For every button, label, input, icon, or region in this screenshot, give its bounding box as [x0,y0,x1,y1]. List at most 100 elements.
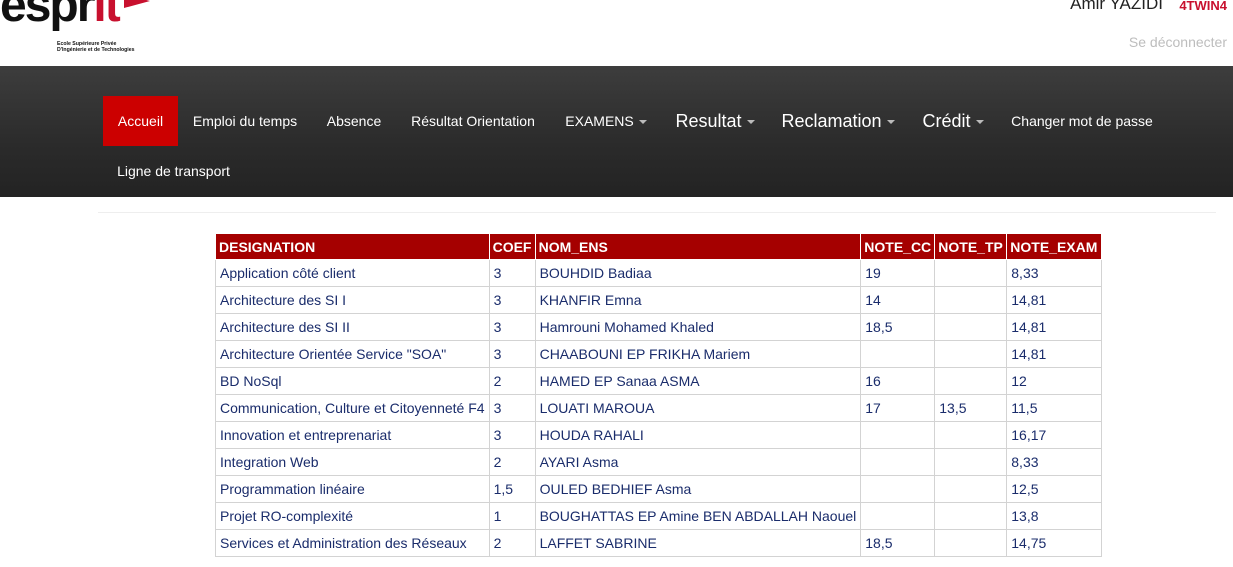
nav-label: Résultat Orientation [411,113,535,129]
table-row: Integration Web 2 AYARI Asma 8,33 [215,448,1103,476]
nav-label: Emploi du temps [192,113,298,129]
table-header-row: DESIGNATION COEF NOM_ENS NOTE_CC NOTE_TP… [215,233,1103,260]
cell-note-cc: 19 [860,259,936,287]
caret-down-icon [975,120,984,124]
cell-note-tp [934,340,1008,368]
cell-note-tp [934,502,1008,530]
cell-coef: 3 [488,313,536,341]
cell-nom-ens: LAFFET SABRINE [534,529,862,557]
esprit-logo[interactable]: esprit Ecole Supérieure Privée D'Ingénie… [0,0,160,66]
cell-designation: Communication, Culture et Citoyenneté F4 [215,394,490,422]
cell-note-cc [860,502,936,530]
cell-designation: BD NoSql [215,367,490,395]
cell-designation: Services et Administration des Réseaux [215,529,490,557]
cell-designation: Application côté client [215,259,490,287]
nav-emploi-du-temps[interactable]: Emploi du temps [186,96,304,146]
table-row: BD NoSql 2 HAMED EP Sanaa ASMA 16 12 [215,367,1103,395]
cell-designation: Architecture Orientée Service "SOA" [215,340,490,368]
cell-note-cc: 18,5 [860,529,936,557]
nav-resultat-dropdown[interactable]: Resultat [668,96,762,146]
cell-coef: 3 [488,340,536,368]
cell-note-exam: 12,5 [1006,475,1103,503]
nav-resultat-orientation[interactable]: Résultat Orientation [402,96,544,146]
nav-reclamation-dropdown[interactable]: Reclamation [774,96,902,146]
logo-wordmark: esprit [0,0,121,32]
content-divider [98,212,1216,213]
cell-note-exam: 11,5 [1006,394,1103,422]
table-row: Architecture Orientée Service "SOA" 3 CH… [215,340,1103,368]
cell-note-cc: 14 [860,286,936,314]
nav-credit-dropdown[interactable]: Crédit [914,96,992,146]
nav-examens-dropdown[interactable]: EXAMENS [556,96,656,146]
cell-note-exam: 14,75 [1006,529,1103,557]
cell-note-cc: 17 [860,394,936,422]
header-note-cc: NOTE_CC [860,233,936,260]
cell-nom-ens: CHAABOUNI EP FRIKHA Mariem [534,340,862,368]
cell-note-tp [934,475,1008,503]
cell-coef: 3 [488,394,536,422]
cell-note-exam: 16,17 [1006,421,1103,449]
cell-note-cc [860,421,936,449]
cell-designation: Architecture des SI I [215,286,490,314]
cell-designation: Projet RO-complexité [215,502,490,530]
logo-flag-icon [124,0,150,8]
cell-note-cc: 18,5 [860,313,936,341]
cell-coef: 3 [488,421,536,449]
table-row: Architecture des SI I 3 KHANFIR Emna 14 … [215,286,1103,314]
cell-note-tp [934,286,1008,314]
cell-note-tp [934,367,1008,395]
user-class-badge: 4TWIN4 [1179,0,1227,13]
cell-note-tp: 13,5 [934,394,1008,422]
caret-down-icon [746,120,755,124]
cell-note-tp [934,448,1008,476]
cell-note-exam: 14,81 [1006,340,1103,368]
cell-coef: 1 [488,502,536,530]
nav-changer-mot-de-passe[interactable]: Changer mot de passe [1002,96,1162,146]
cell-nom-ens: BOUGHATTAS EP Amine BEN ABDALLAH Naouel [534,502,862,530]
nav-label: Accueil [117,113,164,129]
nav-accueil[interactable]: Accueil [103,96,178,146]
cell-coef: 2 [488,367,536,395]
table-row: Application côté client 3 BOUHDID Badiaa… [215,259,1103,287]
cell-note-cc [860,340,936,368]
cell-note-exam: 13,8 [1006,502,1103,530]
header-nom-ens: NOM_ENS [534,233,862,260]
cell-nom-ens: HAMED EP Sanaa ASMA [534,367,862,395]
cell-nom-ens: LOUATI MAROUA [534,394,862,422]
caret-down-icon [886,120,895,124]
table-row: Communication, Culture et Citoyenneté F4… [215,394,1103,422]
cell-note-exam: 8,33 [1006,448,1103,476]
cell-note-tp [934,313,1008,341]
cell-nom-ens: AYARI Asma [534,448,862,476]
cell-nom-ens: OULED BEDHIEF Asma [534,475,862,503]
cell-nom-ens: BOUHDID Badiaa [534,259,862,287]
cell-coef: 2 [488,448,536,476]
logo-subtitle: Ecole Supérieure Privée D'Ingénierie et … [57,41,135,53]
nav-ligne-de-transport[interactable]: Ligne de transport [108,146,239,196]
cell-note-exam: 14,81 [1006,286,1103,314]
page-header: esprit Ecole Supérieure Privée D'Ingénie… [0,0,1233,66]
header-note-tp: NOTE_TP [934,233,1008,260]
header-coef: COEF [488,233,536,260]
table-row: Projet RO-complexité 1 BOUGHATTAS EP Ami… [215,502,1103,530]
cell-note-exam: 8,33 [1006,259,1103,287]
cell-designation: Integration Web [215,448,490,476]
cell-coef: 2 [488,529,536,557]
nav-label: Crédit [922,110,971,131]
cell-note-tp [934,421,1008,449]
cell-note-cc: 16 [860,367,936,395]
nav-label: Ligne de transport [117,163,230,179]
header-designation: DESIGNATION [215,233,490,260]
table-row: Innovation et entreprenariat 3 HOUDA RAH… [215,421,1103,449]
cell-note-exam: 14,81 [1006,313,1103,341]
cell-coef: 3 [488,259,536,287]
caret-down-icon [638,120,647,124]
nav-absence[interactable]: Absence [316,96,392,146]
cell-nom-ens: KHANFIR Emna [534,286,862,314]
logout-link[interactable]: Se déconnecter [1129,34,1227,50]
cell-note-exam: 12 [1006,367,1103,395]
grades-table: DESIGNATION COEF NOM_ENS NOTE_CC NOTE_TP… [215,233,1103,557]
nav-label: Resultat [675,110,742,131]
cell-coef: 3 [488,286,536,314]
cell-coef: 1,5 [488,475,536,503]
